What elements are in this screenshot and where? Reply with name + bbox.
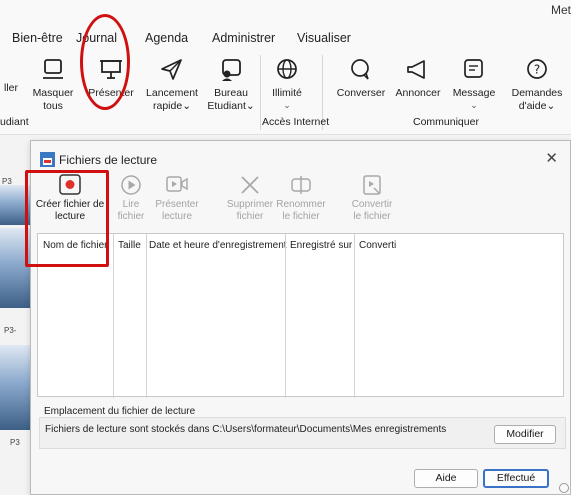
thumbnail-label: P3 [2, 177, 12, 186]
student-desktop-label-2: Etudiant⌄ [207, 100, 255, 112]
thumbnail [0, 345, 30, 430]
play-label-1: Lire [122, 199, 140, 210]
monitor-icon [38, 57, 68, 83]
column-separator [354, 234, 355, 398]
column-header-saved-on[interactable]: Enregistré sur [290, 240, 352, 251]
hide-all-label-1: Masquer [32, 87, 74, 99]
help-button[interactable]: Aide [414, 469, 478, 488]
student-desktop-icon [216, 57, 246, 83]
megaphone-icon [403, 57, 433, 83]
ribbon-button-cut[interactable]: ller [0, 82, 22, 95]
column-separator [113, 234, 114, 398]
rename-label-2: le fichier [282, 211, 320, 222]
rename-icon [289, 174, 313, 196]
chat-bubble-icon [346, 57, 376, 83]
svg-text:?: ? [534, 63, 540, 77]
rename-file-button[interactable]: Renommer le fichier [275, 174, 327, 223]
question-bubble-icon: ? [522, 57, 552, 83]
group-label-student: udiant [0, 116, 29, 128]
cut-button-label: ller [3, 82, 18, 94]
column-separator [146, 234, 147, 398]
modify-button[interactable]: Modifier [494, 425, 556, 444]
play-file-button[interactable]: Lire fichier [111, 174, 151, 223]
tab-bien-etre[interactable]: Bien-être [12, 31, 63, 45]
student-desktop-label-1: Bureau [214, 87, 248, 99]
thumbnail-label: P3- [4, 326, 17, 335]
globe-icon [272, 57, 302, 83]
quick-launch-button[interactable]: Lancement rapide⌄ [143, 57, 201, 113]
chevron-down-icon: ⌄ [470, 100, 478, 110]
column-header-datetime[interactable]: Date et heure d'enregistrement [149, 240, 287, 251]
present-playback-label-1: Présenter [155, 199, 199, 210]
present-playback-icon [165, 174, 189, 196]
convert-label-2: le fichier [353, 211, 391, 222]
hide-all-label-2: tous [43, 100, 63, 112]
convert-file-button[interactable]: Convertir le fichier [347, 174, 397, 223]
message-label: Message [452, 87, 496, 99]
playback-files-list[interactable]: Nom de fichier Taille Date et heure d'en… [37, 233, 564, 398]
location-box: Fichiers de lecture sont stockés dans C:… [39, 417, 566, 449]
help-requests-button[interactable]: ? Demandes d'aide⌄ [508, 57, 566, 113]
quick-launch-label-1: Lancement [146, 87, 198, 99]
message-button[interactable]: Message ⌄ [451, 57, 497, 110]
tab-administrer[interactable]: Administrer [212, 31, 275, 45]
group-label-communicate: Communiquer [413, 116, 479, 128]
column-header-size[interactable]: Taille [118, 240, 141, 251]
tab-agenda[interactable]: Agenda [145, 31, 188, 45]
hide-all-button[interactable]: Masquer tous [28, 57, 78, 113]
rename-label-1: Renommer [276, 199, 326, 210]
play-label-2: fichier [117, 211, 145, 222]
message-edit-icon [459, 57, 489, 83]
column-header-converted[interactable]: Converti [359, 240, 396, 251]
convert-label-1: Convertir [351, 199, 393, 210]
send-arrow-icon [157, 57, 187, 83]
converse-label: Converser [336, 87, 386, 99]
location-path-text: Fichiers de lecture sont stockés dans C:… [45, 424, 447, 435]
tab-visualiser[interactable]: Visualiser [297, 31, 351, 45]
unlimited-label: Illimité [272, 87, 302, 99]
delete-label-2: fichier [236, 211, 264, 222]
announce-label: Annoncer [395, 87, 441, 99]
delete-label-1: Supprimer [226, 199, 274, 210]
group-label-internet: Accès Internet [262, 116, 330, 128]
delete-x-icon [238, 174, 262, 196]
present-playback-label-2: lecture [161, 211, 192, 222]
chevron-down-icon: ⌄ [283, 100, 291, 110]
dialog-title: Fichiers de lecture [59, 153, 158, 167]
unlimited-internet-button[interactable]: Illimité ⌄ [265, 57, 309, 110]
delete-file-button[interactable]: Supprimer fichier [223, 174, 277, 223]
help-requests-label-2: d'aide⌄ [518, 100, 556, 112]
playback-files-dialog: Fichiers de lecture ✕ Créer fichier de l… [30, 140, 571, 495]
annotation-rectangle [25, 170, 109, 267]
location-label: Emplacement du fichier de lecture [44, 406, 196, 417]
ribbon-separator [260, 55, 261, 130]
column-separator [285, 234, 286, 398]
app-icon [40, 152, 55, 167]
scroll-indicator[interactable] [559, 483, 569, 493]
converse-button[interactable]: Converser [333, 57, 389, 100]
quick-launch-label-2: rapide⌄ [153, 100, 191, 112]
convert-icon [360, 174, 384, 196]
present-playback-button[interactable]: Présenter lecture [151, 174, 203, 223]
close-icon[interactable]: ✕ [545, 149, 558, 167]
done-button[interactable]: Effectué [483, 469, 549, 488]
announce-button[interactable]: Annoncer [393, 57, 443, 100]
thumbnail-label: P3 [10, 438, 20, 447]
window-corner-text: Met [550, 3, 571, 17]
play-circle-icon [119, 174, 143, 196]
student-desktop-button[interactable]: Bureau Etudiant⌄ [204, 57, 258, 113]
help-requests-label-1: Demandes [511, 87, 563, 99]
annotation-oval [80, 14, 130, 110]
